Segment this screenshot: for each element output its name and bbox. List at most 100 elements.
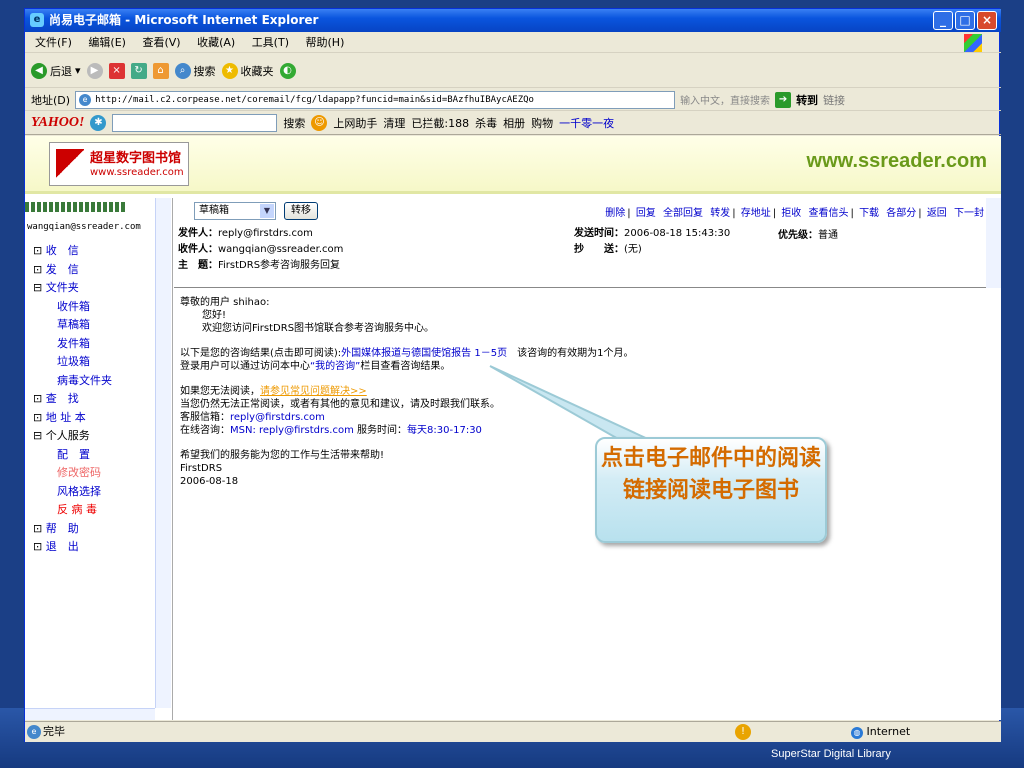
next-link[interactable]: 下一封 <box>954 208 984 219</box>
yahoo-logo[interactable]: YAHOO! <box>31 115 84 131</box>
reject-link[interactable]: 拒收 <box>781 208 801 219</box>
sidebar-item-compose[interactable]: 发 信 <box>46 263 79 276</box>
menu-help[interactable]: 帮助(H) <box>306 36 345 49</box>
support-email: reply@firstdrs.com <box>230 412 325 423</box>
footer-brand: SuperStar Digital Library <box>771 748 891 760</box>
maximize-button[interactable]: □ <box>955 11 975 30</box>
search-button[interactable]: ⌕ 搜索 <box>174 62 216 79</box>
sent-value: 2006-08-18 15:43:30 <box>624 228 731 239</box>
sidebar: wangqian@ssreader.com ⊡ 收 信 ⊡ 发 信 ⊟ 文件夹 … <box>25 198 173 720</box>
my-consult-link[interactable]: “我的咨询” <box>310 361 360 372</box>
sidebar-item-folders[interactable]: 文件夹 <box>46 281 79 294</box>
site-url: www.ssreader.com <box>806 150 987 172</box>
media-icon[interactable]: ◐ <box>279 62 296 79</box>
forward-icon[interactable]: ▶ <box>86 62 103 79</box>
mail-meta-left: 发件人：reply@firstdrs.com 收件人：wangqian@ssre… <box>178 228 344 271</box>
home-icon[interactable]: ⌂ <box>152 62 169 79</box>
sidebar-item-antivirus[interactable]: 反 病 毒 <box>57 503 97 516</box>
menu-bar: 文件(F) 编辑(E) 查看(V) 收藏(A) 工具(T) 帮助(H) <box>25 33 1001 53</box>
user-email: wangqian@ssreader.com <box>27 222 141 232</box>
sidebar-item-virus[interactable]: 病毒文件夹 <box>57 374 112 387</box>
yahoo-clean[interactable]: 清理 <box>383 115 405 131</box>
menu-edit[interactable]: 编辑(E) <box>88 36 126 49</box>
sidebar-item-help[interactable]: 帮 助 <box>46 522 79 535</box>
sidebar-item-search[interactable]: 查 找 <box>46 392 79 405</box>
close-button[interactable]: × <box>977 11 997 30</box>
view-header-link[interactable]: 查看信头 <box>809 208 849 219</box>
sidebar-item-password[interactable]: 修改密码 <box>57 466 101 479</box>
yahoo-search-button[interactable]: 搜索 <box>283 115 305 131</box>
yahoo-antivirus[interactable]: 杀毒 <box>475 115 497 131</box>
yahoo-search-input[interactable] <box>112 113 278 132</box>
go-arrow-icon[interactable]: ➔ <box>775 91 792 108</box>
header-scrollbar[interactable] <box>986 198 1001 288</box>
search-hint[interactable]: 输入中文，直接搜索 <box>680 92 770 107</box>
minimize-button[interactable]: _ <box>933 11 953 30</box>
ssreader-logo[interactable]: 超星数字图书馆 www.ssreader.com <box>49 142 189 186</box>
ie-icon: e <box>30 13 44 27</box>
sidebar-item-logout[interactable]: 退 出 <box>46 540 79 553</box>
back-arrow-icon: ◀ <box>31 62 47 79</box>
menu-tools[interactable]: 工具(T) <box>252 36 289 49</box>
window-title: 尚易电子邮箱 - Microsoft Internet Explorer <box>49 13 319 27</box>
result-link[interactable]: 外国媒体报道与德国使馆报告 1－5页 <box>341 348 507 359</box>
menu-favorites[interactable]: 收藏(A) <box>197 36 235 49</box>
sidebar-item-style[interactable]: 风格选择 <box>57 485 101 498</box>
save-address-link[interactable]: 存地址 <box>741 208 771 219</box>
address-bar: 地址(D) e http://mail.c2.corpease.net/core… <box>25 89 1001 111</box>
reply-all-link[interactable]: 全部回复 <box>663 208 703 219</box>
stop-icon[interactable]: × <box>108 62 125 79</box>
helper-icon: ☺ <box>311 114 328 131</box>
yahoo-shop[interactable]: 购物 <box>531 115 553 131</box>
address-label: 地址(D) <box>31 93 71 107</box>
sidebar-item-inbox[interactable]: 收 信 <box>46 244 79 257</box>
banner: 超星数字图书馆 www.ssreader.com www.ssreader.co… <box>25 136 1001 194</box>
sidebar-scrollbar[interactable] <box>155 198 171 708</box>
sidebar-item-trash[interactable]: 垃圾箱 <box>57 355 90 368</box>
download-link[interactable]: 下载 <box>859 208 879 219</box>
sidebar-deco <box>25 202 125 212</box>
sidebar-hscrollbar[interactable] <box>25 708 155 720</box>
status-bar: e 完毕 ! ◍ Internet <box>25 721 1001 742</box>
sidebar-item-addressbook[interactable]: 地 址 本 <box>46 411 86 424</box>
callout-pointer-shape <box>489 365 651 441</box>
favorites-button[interactable]: ★ 收藏夹 <box>221 62 274 79</box>
yahoo-helper[interactable]: 上网助手 <box>333 115 377 131</box>
page-icon: e <box>79 93 92 106</box>
back-button[interactable]: ◀ 后退 ▾ <box>31 62 81 79</box>
yahoo-blocked[interactable]: 已拦截:188 <box>411 115 469 131</box>
faq-link[interactable]: 请参见常见问题解决>> <box>260 386 367 397</box>
sidebar-item-personal[interactable]: 个人服务 <box>46 429 90 442</box>
cc-value: (无) <box>624 244 642 255</box>
links-label[interactable]: 链接 <box>823 92 845 108</box>
refresh-icon[interactable]: ↻ <box>130 62 147 79</box>
folder-select[interactable]: 草稿箱 ▼ <box>194 202 276 220</box>
go-button[interactable]: 转到 <box>796 92 818 108</box>
yahoo-link[interactable]: 一千零一夜 <box>559 115 614 131</box>
reply-link[interactable]: 回复 <box>636 208 656 219</box>
menu-view[interactable]: 查看(V) <box>142 36 180 49</box>
forward-link[interactable]: 转发 <box>710 208 730 219</box>
search-icon: ⌕ <box>174 62 191 79</box>
back-link[interactable]: 返回 <box>927 208 947 219</box>
address-input[interactable]: e http://mail.c2.corpease.net/coremail/f… <box>75 90 676 109</box>
title-bar: e 尚易电子邮箱 - Microsoft Internet Explorer _… <box>25 9 1001 32</box>
parts-link[interactable]: 各部分 <box>886 208 916 219</box>
move-button[interactable]: 转移 <box>284 202 318 220</box>
sidebar-item-drafts[interactable]: 草稿箱 <box>57 318 90 331</box>
globe-icon: ◍ <box>851 727 863 739</box>
settings-icon[interactable]: ✱ <box>90 114 107 131</box>
page-status-icon: e <box>27 725 41 739</box>
chevron-down-icon: ▼ <box>260 204 274 218</box>
warning-icon[interactable]: ! <box>735 724 751 740</box>
sidebar-item-config[interactable]: 配 置 <box>57 448 90 461</box>
yahoo-toolbar: YAHOO! ✱ 搜索 ☺ 上网助手 清理 已拦截:188 杀毒 相册 购物 一… <box>25 111 1001 135</box>
delete-link[interactable]: 删除 <box>605 208 625 219</box>
sidebar-item-inbox-folder[interactable]: 收件箱 <box>57 300 90 313</box>
logo-mark-icon <box>56 149 84 179</box>
sidebar-item-sent[interactable]: 发件箱 <box>57 337 90 350</box>
greeting: 尊敬的用户 shihao: <box>180 297 270 308</box>
menu-file[interactable]: 文件(F) <box>35 36 72 49</box>
yahoo-album[interactable]: 相册 <box>503 115 525 131</box>
folder-tree: ⊡ 收 信 ⊡ 发 信 ⊟ 文件夹 收件箱 草稿箱 发件箱 垃圾箱 病毒文件夹 … <box>33 244 112 553</box>
